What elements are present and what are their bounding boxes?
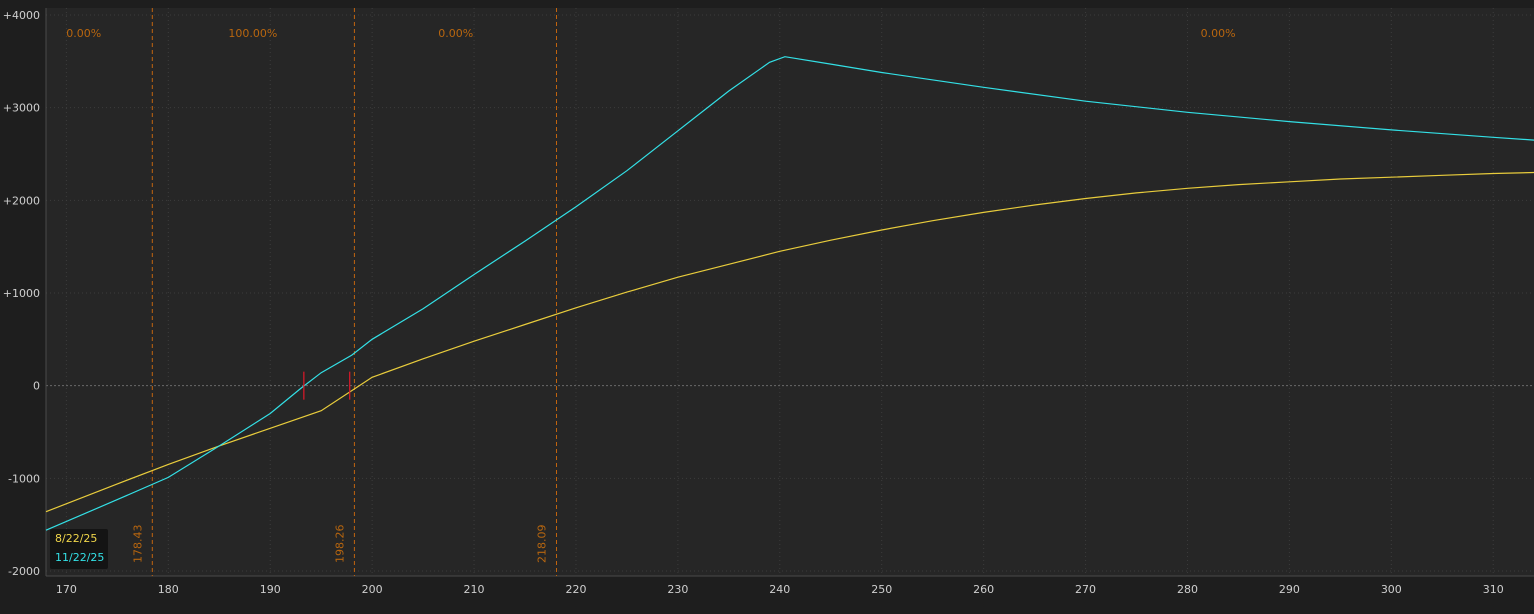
probability-label: 0.00% <box>66 27 101 40</box>
probability-label: 100.00% <box>228 27 277 40</box>
x-tick-label: 240 <box>769 583 790 596</box>
strike-marker-label: 218.09 <box>536 525 549 564</box>
y-tick-label: +3000 <box>3 102 40 115</box>
y-tick-label: +2000 <box>3 194 40 207</box>
y-tick-label: 0 <box>33 380 40 393</box>
legend-entry-series-2: 11/22/25 <box>55 551 105 564</box>
x-tick-label: 290 <box>1279 583 1300 596</box>
x-tick-label: 190 <box>260 583 281 596</box>
y-tick-label: +4000 <box>3 9 40 22</box>
x-tick-label: 260 <box>973 583 994 596</box>
strike-marker-label: 178.43 <box>131 525 144 564</box>
y-tick-label: -2000 <box>8 565 40 578</box>
probability-label: 0.00% <box>438 27 473 40</box>
x-tick-label: 230 <box>667 583 688 596</box>
x-tick-label: 310 <box>1483 583 1504 596</box>
x-tick-label: 200 <box>362 583 383 596</box>
x-tick-label: 280 <box>1177 583 1198 596</box>
x-tick-label: 170 <box>56 583 77 596</box>
x-tick-label: 220 <box>565 583 586 596</box>
x-tick-label: 270 <box>1075 583 1096 596</box>
strike-marker-label: 198.26 <box>333 525 346 564</box>
chart-svg: +4000 +3000 +2000 +1000 0 -1000 -2000 170 180 190… <box>3 8 1534 596</box>
plot-area <box>46 8 1534 576</box>
x-tick-label: 180 <box>158 583 179 596</box>
risk-profile-chart: +4000 +3000 +2000 +1000 0 -1000 -2000 170 180 190… <box>0 0 1534 610</box>
chart-legend: 8/22/25 11/22/25 <box>50 529 108 569</box>
probability-label: 0.00% <box>1201 27 1236 40</box>
x-tick-label: 210 <box>464 583 485 596</box>
x-tick-label: 250 <box>871 583 892 596</box>
y-tick-label: -1000 <box>8 472 40 485</box>
y-tick-label: +1000 <box>3 287 40 300</box>
x-tick-label: 300 <box>1381 583 1402 596</box>
legend-entry-series-1: 8/22/25 <box>55 532 98 545</box>
